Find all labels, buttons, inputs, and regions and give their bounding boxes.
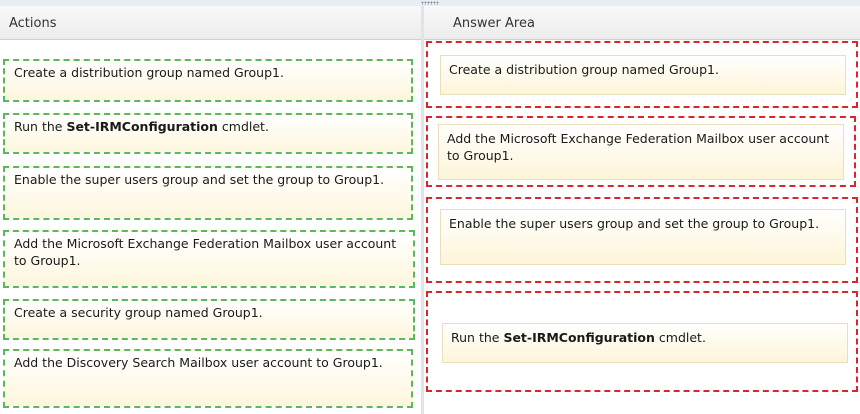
answer-item-run-set-irmconfiguration[interactable]: Run the Set-IRMConfiguration cmdlet. (442, 323, 848, 363)
answer-slot-4[interactable]: Run the Set-IRMConfiguration cmdlet. (426, 291, 858, 392)
actions-header: Actions (0, 6, 421, 40)
text-segment: Enable the super users group and set the… (14, 172, 385, 187)
answer-area-title: Answer Area (453, 16, 535, 31)
text-segment: Add the Microsoft Exchange Federation Ma… (447, 131, 830, 163)
text-segment: Add the Discovery Search Mailbox user ac… (14, 355, 383, 370)
text-segment: Create a distribution group named Group1… (14, 65, 284, 80)
action-text: Create a security group named Group1. (14, 305, 263, 320)
action-item-enable-super-users[interactable]: Enable the super users group and set the… (3, 166, 413, 220)
text-segment: cmdlet. (217, 119, 269, 134)
text-segment: cmdlet. (654, 330, 706, 345)
text-segment: Create a security group named Group1. (14, 305, 263, 320)
action-text: Create a distribution group named Group1… (14, 65, 284, 80)
actions-title: Actions (9, 16, 57, 31)
text-segment: Add the Microsoft Exchange Federation Ma… (14, 236, 397, 268)
action-text: Run the Set-IRMConfiguration cmdlet. (14, 119, 269, 134)
answer-text: Enable the super users group and set the… (449, 216, 819, 231)
pane-divider[interactable] (421, 6, 424, 414)
answer-slot-2[interactable]: Add the Microsoft Exchange Federation Ma… (426, 116, 856, 187)
action-item-add-discovery-mailbox[interactable]: Add the Discovery Search Mailbox user ac… (3, 349, 413, 408)
answer-item-create-distribution-group[interactable]: Create a distribution group named Group1… (440, 55, 846, 95)
action-item-add-federation-mailbox[interactable]: Add the Microsoft Exchange Federation Ma… (3, 230, 415, 288)
action-text: Add the Discovery Search Mailbox user ac… (14, 355, 383, 370)
text-segment: Create a distribution group named Group1… (449, 62, 719, 77)
resize-grip-icon[interactable] (421, 1, 439, 5)
text-segment: Run the (451, 330, 504, 345)
answer-item-add-federation-mailbox[interactable]: Add the Microsoft Exchange Federation Ma… (438, 124, 844, 180)
answer-text: Add the Microsoft Exchange Federation Ma… (447, 131, 829, 163)
cmdlet-name: Set-IRMConfiguration (503, 330, 655, 345)
action-text: Enable the super users group and set the… (14, 172, 384, 187)
answer-area-header: Answer Area (424, 6, 860, 40)
action-item-run-set-irmconfiguration[interactable]: Run the Set-IRMConfiguration cmdlet. (3, 113, 413, 154)
cmdlet-name: Set-IRMConfiguration (66, 119, 218, 134)
answer-item-enable-super-users[interactable]: Enable the super users group and set the… (440, 209, 846, 265)
answer-slot-1[interactable]: Create a distribution group named Group1… (426, 41, 858, 108)
answer-text: Run the Set-IRMConfiguration cmdlet. (451, 330, 706, 345)
text-segment: Enable the super users group and set the… (449, 216, 820, 231)
answer-text: Create a distribution group named Group1… (449, 62, 719, 77)
action-text: Add the Microsoft Exchange Federation Ma… (14, 236, 396, 268)
text-segment: Run the (14, 119, 67, 134)
answer-slot-3[interactable]: Enable the super users group and set the… (426, 197, 858, 283)
action-item-create-security-group[interactable]: Create a security group named Group1. (3, 299, 415, 340)
action-item-create-distribution-group[interactable]: Create a distribution group named Group1… (3, 59, 413, 102)
